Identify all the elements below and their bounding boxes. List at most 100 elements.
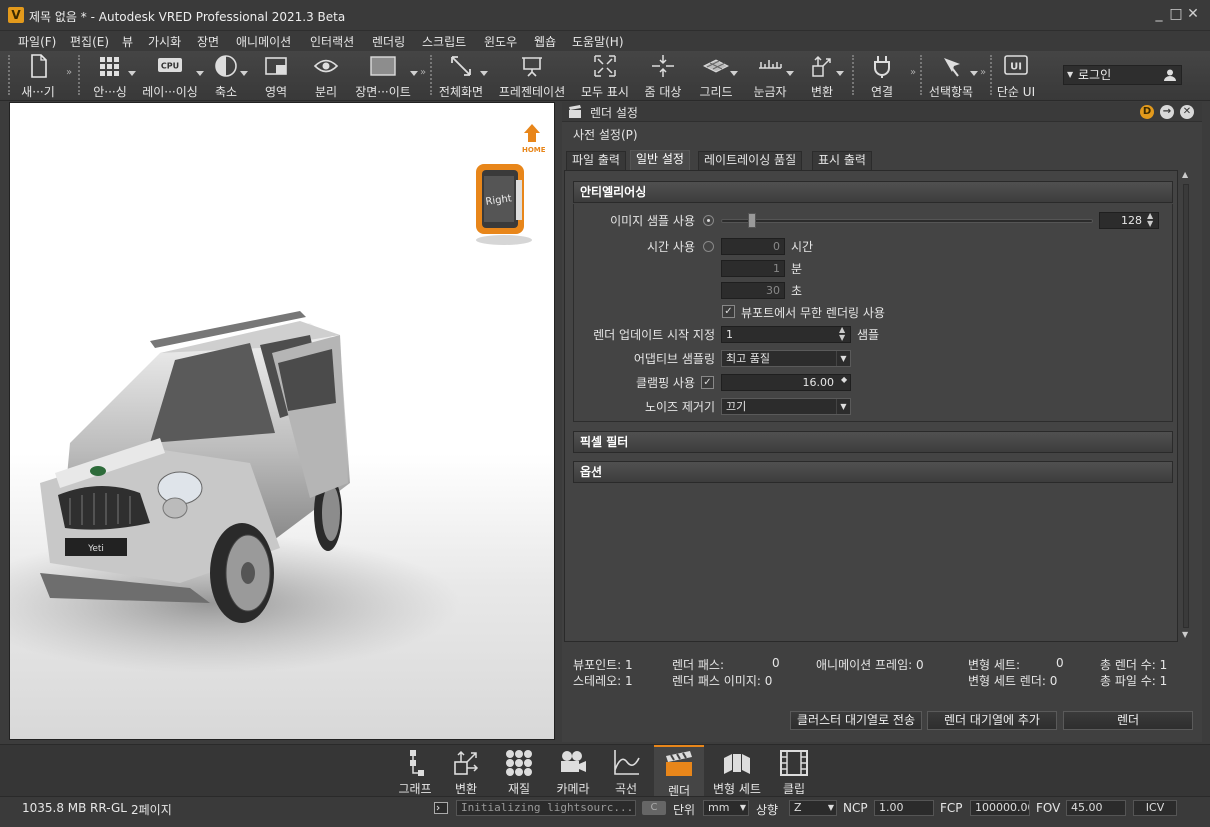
toolbar-grip[interactable] [920, 55, 924, 95]
chevron-down-icon[interactable] [786, 71, 794, 76]
toolbar-selection-button[interactable]: 선택항목 [926, 51, 978, 101]
presets-menu[interactable]: 사전 설정(P) [573, 126, 638, 143]
seconds-input[interactable]: 30 [721, 282, 785, 299]
menu-interaction[interactable]: 인터랙션 [310, 33, 354, 50]
clamping-checkbox[interactable]: ✓ [701, 376, 714, 389]
chevron-down-icon[interactable] [730, 71, 738, 76]
menu-file[interactable]: 파일(F) [18, 33, 56, 50]
unit-dropdown[interactable]: mm ▼ [703, 800, 749, 816]
menu-window[interactable]: 윈도우 [484, 33, 517, 50]
minutes-input[interactable]: 1 [721, 260, 785, 277]
spin-up-down-icon[interactable]: ▲ ▼ [839, 326, 845, 342]
menu-edit[interactable]: 편집(E) [70, 33, 109, 50]
add-to-render-queue-button[interactable]: 렌더 대기열에 추가 [927, 711, 1057, 730]
menu-view[interactable]: 뷰 [122, 33, 133, 50]
scrollbar-track[interactable] [1183, 184, 1189, 628]
toolbar-overflow-icon[interactable]: » [910, 67, 916, 78]
viewcube[interactable]: Right [472, 158, 534, 248]
toolbar-fullscreen-button[interactable]: 전체화면 [436, 51, 488, 101]
toolbar-shading-button[interactable]: 안···싱 [86, 51, 136, 101]
denoiser-dropdown[interactable]: 끄기 ▼ [721, 398, 851, 415]
toolbar-shrink-button[interactable]: 축소 [206, 51, 248, 101]
menu-animation[interactable]: 애니메이션 [236, 33, 291, 50]
dock-clip-button[interactable]: 클립 [772, 745, 816, 797]
dock-toggle-button[interactable]: D [1140, 105, 1154, 119]
section-pixel-filter[interactable]: 픽셀 필터 [573, 431, 1173, 453]
viewcube-home-button[interactable]: HOME [522, 123, 546, 157]
toolbar-region-button[interactable]: 영역 [256, 51, 296, 101]
send-to-cluster-button[interactable]: 클러스터 대기열로 전송 [790, 711, 922, 730]
chevron-down-icon[interactable] [196, 71, 204, 76]
toolbar-grip[interactable] [8, 55, 12, 95]
section-antialiasing[interactable]: 안티엘리어싱 [573, 181, 1173, 203]
menu-scene[interactable]: 장면 [197, 33, 219, 50]
toolbar-overflow-icon[interactable]: » [66, 67, 72, 78]
dock-curve-button[interactable]: 곡선 [604, 745, 648, 797]
up-axis-dropdown[interactable]: Z ▼ [789, 800, 837, 816]
fcp-input[interactable]: 100000.00 [970, 800, 1030, 816]
clamping-input[interactable]: 16.00 [721, 374, 851, 391]
toolbar-ruler-button[interactable]: 눈금자 [748, 51, 794, 101]
scroll-down-icon[interactable]: ▼ [1182, 630, 1188, 639]
tab-general-settings[interactable]: 일반 설정 [630, 150, 690, 170]
adaptive-sampling-dropdown[interactable]: 최고 품질 ▼ [721, 350, 851, 367]
toolbar-transform-button[interactable]: 변환 [802, 51, 844, 101]
toolbar-raytracing-button[interactable]: CPU 레이···이싱 [138, 51, 204, 101]
toolbar-sceneplate-button[interactable]: 장면···이트 [350, 51, 418, 101]
dock-graph-button[interactable]: 그래프 [392, 745, 438, 797]
image-samples-slider-handle[interactable] [748, 213, 757, 228]
hours-input[interactable]: 0 [721, 238, 785, 255]
minimize-button[interactable]: _ [1150, 5, 1168, 23]
icv-button[interactable]: ICV [1133, 800, 1177, 816]
ncp-input[interactable]: 1.00 [874, 800, 934, 816]
settings-scrollbar[interactable]: ▲ ▼ [1180, 170, 1192, 642]
close-button[interactable]: ✕ [1184, 5, 1202, 23]
spin-diamond-icon[interactable]: ◆ [841, 375, 847, 384]
menu-visualization[interactable]: 가시화 [148, 33, 181, 50]
toolbar-grip[interactable] [430, 55, 434, 95]
menu-rendering[interactable]: 렌더링 [372, 33, 405, 50]
section-options[interactable]: 옵션 [573, 461, 1173, 483]
chevron-down-icon[interactable] [240, 71, 248, 76]
toolbar-overflow-icon[interactable]: » [980, 67, 986, 78]
toolbar-grip[interactable] [852, 55, 856, 95]
maximize-button[interactable]: □ [1167, 5, 1185, 23]
chevron-down-icon[interactable] [970, 71, 978, 76]
login-dropdown[interactable]: ▼ 로그인 [1063, 65, 1182, 85]
chevron-down-icon[interactable] [410, 71, 418, 76]
toolbar-grip[interactable] [78, 55, 82, 95]
toolbar-simpleui-button[interactable]: UI 단순 UI [994, 51, 1038, 101]
dock-variant-set-button[interactable]: 변형 세트 [708, 745, 766, 797]
fov-input[interactable]: 45.00 [1066, 800, 1126, 816]
console-clear-icon[interactable]: C [642, 801, 666, 815]
image-samples-radio[interactable] [703, 215, 714, 226]
dock-camera-button[interactable]: 카메라 [548, 745, 598, 797]
infinite-render-checkbox[interactable]: ✓ [722, 305, 735, 318]
render-update-input[interactable]: 1 [721, 326, 851, 343]
toolbar-connect-button[interactable]: 연결 [862, 51, 902, 101]
tab-display-output[interactable]: 표시 출력 [812, 151, 872, 170]
chevron-down-icon[interactable] [836, 71, 844, 76]
dock-transform-button[interactable]: 변환 [444, 745, 488, 797]
chevron-down-icon[interactable] [480, 71, 488, 76]
toolbar-new-button[interactable]: 새···기 [14, 51, 62, 101]
toolbar-grid-button[interactable]: 그리드 [696, 51, 738, 101]
image-samples-slider-track[interactable] [721, 219, 1093, 223]
toolbar-overflow-icon[interactable]: » [420, 67, 426, 78]
tab-file-output[interactable]: 파일 출력 [566, 151, 626, 170]
menu-help[interactable]: 도움말(H) [572, 33, 624, 50]
toolbar-zoomtarget-button[interactable]: 줌 대상 [640, 51, 686, 101]
arrow-right-icon[interactable]: → [1160, 105, 1174, 119]
render-viewport[interactable]: Yeti HOME Right [9, 102, 555, 740]
toolbar-separate-button[interactable]: 분리 [306, 51, 346, 101]
toolbar-showall-button[interactable]: 모두 표시 [576, 51, 634, 101]
scroll-up-icon[interactable]: ▲ [1182, 170, 1188, 179]
dock-render-button[interactable]: 렌더 [654, 745, 704, 798]
dock-material-button[interactable]: 재질 [496, 745, 542, 797]
spin-up-down-icon[interactable]: ▲ ▼ [1147, 212, 1153, 228]
chevron-down-icon[interactable] [128, 71, 136, 76]
toolbar-presentation-button[interactable]: 프레젠테이션 [494, 51, 570, 101]
terminal-icon[interactable] [434, 802, 448, 814]
menu-webshop[interactable]: 웹숍 [534, 33, 556, 50]
time-radio[interactable] [703, 241, 714, 252]
